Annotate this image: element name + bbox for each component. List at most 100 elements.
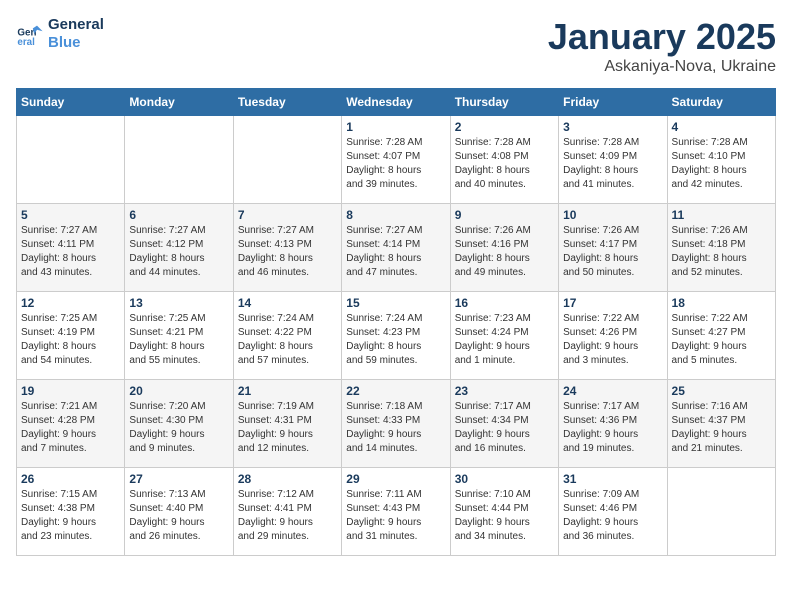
day-cell: 23Sunrise: 7:17 AMSunset: 4:34 PMDayligh… <box>450 380 558 468</box>
day-cell: 8 Sunrise: 7:27 AMSunset: 4:14 PMDaylight… <box>342 204 450 292</box>
day-number: 24 <box>563 384 662 398</box>
day-number: 16 <box>455 296 554 310</box>
day-cell: 4Sunrise: 7:28 AMSunset: 4:10 PMDaylight… <box>667 116 775 204</box>
day-info: Sunrise: 7:19 AMSunset: 4:31 PMDaylight:… <box>238 400 337 456</box>
day-info: Sunrise: 7:28 AMSunset: 4:08 PMDaylight:… <box>455 136 554 192</box>
day-cell: 20Sunrise: 7:20 AMSunset: 4:30 PMDayligh… <box>125 380 233 468</box>
day-info: Sunrise: 7:25 AMSunset: 4:19 PMDaylight:… <box>21 312 120 368</box>
day-cell: 27 Sunrise: 7:13 AMSunset: 4:40 PMDayligh… <box>125 468 233 556</box>
logo-icon: Gen eral <box>16 20 44 48</box>
day-number: 27 <box>129 472 228 486</box>
week-row-4: 19 Sunrise: 7:21 AMSunset: 4:28 PMDayligh… <box>17 380 776 468</box>
day-info: Sunrise: 7:09 AMSunset: 4:46 PMDaylight:… <box>563 488 662 544</box>
day-cell: 9 Sunrise: 7:26 AMSunset: 4:16 PMDaylight… <box>450 204 558 292</box>
day-header-wednesday: Wednesday <box>342 89 450 116</box>
day-cell: 24 Sunrise: 7:17 AMSunset: 4:36 PMDayligh… <box>559 380 667 468</box>
day-number: 13 <box>129 296 228 310</box>
day-info: Sunrise: 7:24 AMSunset: 4:22 PMDaylight:… <box>238 312 337 368</box>
day-info: Sunrise: 7:28 AMSunset: 4:10 PMDaylight:… <box>672 136 771 192</box>
day-info: Sunrise: 7:26 AMSunset: 4:17 PMDaylight:… <box>563 224 662 280</box>
week-row-5: 26 Sunrise: 7:15 AMSunset: 4:38 PMDayligh… <box>17 468 776 556</box>
day-cell: 31 Sunrise: 7:09 AMSunset: 4:46 PMDayligh… <box>559 468 667 556</box>
day-number: 7 <box>238 208 337 222</box>
calendar-header-row: SundayMondayTuesdayWednesdayThursdayFrid… <box>17 89 776 116</box>
day-number: 9 <box>455 208 554 222</box>
day-cell: 17 Sunrise: 7:22 AMSunset: 4:26 PMDayligh… <box>559 292 667 380</box>
day-number: 23 <box>455 384 554 398</box>
day-cell: 29Sunrise: 7:11 AMSunset: 4:43 PMDayligh… <box>342 468 450 556</box>
day-cell: 14 Sunrise: 7:24 AMSunset: 4:22 PMDayligh… <box>233 292 341 380</box>
day-cell: 6 Sunrise: 7:27 AMSunset: 4:12 PMDaylight… <box>125 204 233 292</box>
calendar-table: SundayMondayTuesdayWednesdayThursdayFrid… <box>16 88 776 556</box>
day-number: 26 <box>21 472 120 486</box>
day-info: Sunrise: 7:22 AMSunset: 4:27 PMDaylight:… <box>672 312 771 368</box>
day-cell <box>17 116 125 204</box>
day-cell <box>125 116 233 204</box>
svg-text:eral: eral <box>17 37 35 48</box>
day-info: Sunrise: 7:25 AMSunset: 4:21 PMDaylight:… <box>129 312 228 368</box>
day-info: Sunrise: 7:22 AMSunset: 4:26 PMDaylight:… <box>563 312 662 368</box>
day-number: 5 <box>21 208 120 222</box>
day-info: Sunrise: 7:10 AMSunset: 4:44 PMDaylight:… <box>455 488 554 544</box>
logo: Gen eral General Blue <box>16 16 104 52</box>
day-cell: 13 Sunrise: 7:25 AMSunset: 4:21 PMDayligh… <box>125 292 233 380</box>
day-info: Sunrise: 7:18 AMSunset: 4:33 PMDaylight:… <box>346 400 445 456</box>
day-info: Sunrise: 7:12 AMSunset: 4:41 PMDaylight:… <box>238 488 337 544</box>
day-number: 3 <box>563 120 662 134</box>
day-number: 22 <box>346 384 445 398</box>
day-number: 19 <box>21 384 120 398</box>
day-cell: 19 Sunrise: 7:21 AMSunset: 4:28 PMDayligh… <box>17 380 125 468</box>
day-info: Sunrise: 7:21 AMSunset: 4:28 PMDaylight:… <box>21 400 120 456</box>
day-cell: 30 Sunrise: 7:10 AMSunset: 4:44 PMDayligh… <box>450 468 558 556</box>
day-cell: 28 Sunrise: 7:12 AMSunset: 4:41 PMDayligh… <box>233 468 341 556</box>
day-cell: 22 Sunrise: 7:18 AMSunset: 4:33 PMDayligh… <box>342 380 450 468</box>
day-cell: 7Sunrise: 7:27 AMSunset: 4:13 PMDaylight… <box>233 204 341 292</box>
day-number: 14 <box>238 296 337 310</box>
header: Gen eral General Blue January 2025 Askan… <box>16 16 776 76</box>
logo-line2: Blue <box>48 34 104 52</box>
day-cell: 5Sunrise: 7:27 AMSunset: 4:11 PMDaylight… <box>17 204 125 292</box>
day-cell: 18 Sunrise: 7:22 AMSunset: 4:27 PMDayligh… <box>667 292 775 380</box>
day-header-tuesday: Tuesday <box>233 89 341 116</box>
day-number: 21 <box>238 384 337 398</box>
day-number: 8 <box>346 208 445 222</box>
day-number: 30 <box>455 472 554 486</box>
day-info: Sunrise: 7:26 AMSunset: 4:16 PMDaylight:… <box>455 224 554 280</box>
day-info: Sunrise: 7:27 AMSunset: 4:12 PMDaylight:… <box>129 224 228 280</box>
day-info: Sunrise: 7:17 AMSunset: 4:36 PMDaylight:… <box>563 400 662 456</box>
day-number: 17 <box>563 296 662 310</box>
week-row-1: 1 Sunrise: 7:28 AMSunset: 4:07 PMDaylight… <box>17 116 776 204</box>
day-info: Sunrise: 7:16 AMSunset: 4:37 PMDaylight:… <box>672 400 771 456</box>
day-info: Sunrise: 7:28 AMSunset: 4:07 PMDaylight:… <box>346 136 445 192</box>
month-title: January 2025 <box>548 16 776 58</box>
day-number: 6 <box>129 208 228 222</box>
day-info: Sunrise: 7:15 AMSunset: 4:38 PMDaylight:… <box>21 488 120 544</box>
day-cell: 2Sunrise: 7:28 AMSunset: 4:08 PMDaylight… <box>450 116 558 204</box>
day-info: Sunrise: 7:27 AMSunset: 4:14 PMDaylight:… <box>346 224 445 280</box>
day-cell <box>233 116 341 204</box>
day-cell: 10 Sunrise: 7:26 AMSunset: 4:17 PMDayligh… <box>559 204 667 292</box>
day-number: 31 <box>563 472 662 486</box>
day-number: 18 <box>672 296 771 310</box>
week-row-2: 5Sunrise: 7:27 AMSunset: 4:11 PMDaylight… <box>17 204 776 292</box>
day-number: 10 <box>563 208 662 222</box>
logo-line1: General <box>48 16 104 34</box>
day-cell: 1 Sunrise: 7:28 AMSunset: 4:07 PMDaylight… <box>342 116 450 204</box>
day-info: Sunrise: 7:23 AMSunset: 4:24 PMDaylight:… <box>455 312 554 368</box>
day-cell <box>667 468 775 556</box>
day-number: 29 <box>346 472 445 486</box>
day-cell: 15Sunrise: 7:24 AMSunset: 4:23 PMDayligh… <box>342 292 450 380</box>
day-number: 1 <box>346 120 445 134</box>
day-header-friday: Friday <box>559 89 667 116</box>
calendar-body: 1 Sunrise: 7:28 AMSunset: 4:07 PMDaylight… <box>17 116 776 556</box>
day-number: 20 <box>129 384 228 398</box>
title-area: January 2025 Askaniya-Nova, Ukraine <box>548 16 776 76</box>
day-cell: 11Sunrise: 7:26 AMSunset: 4:18 PMDayligh… <box>667 204 775 292</box>
day-cell: 12 Sunrise: 7:25 AMSunset: 4:19 PMDayligh… <box>17 292 125 380</box>
day-info: Sunrise: 7:24 AMSunset: 4:23 PMDaylight:… <box>346 312 445 368</box>
day-number: 25 <box>672 384 771 398</box>
day-number: 12 <box>21 296 120 310</box>
day-number: 28 <box>238 472 337 486</box>
day-info: Sunrise: 7:13 AMSunset: 4:40 PMDaylight:… <box>129 488 228 544</box>
day-cell: 3Sunrise: 7:28 AMSunset: 4:09 PMDaylight… <box>559 116 667 204</box>
